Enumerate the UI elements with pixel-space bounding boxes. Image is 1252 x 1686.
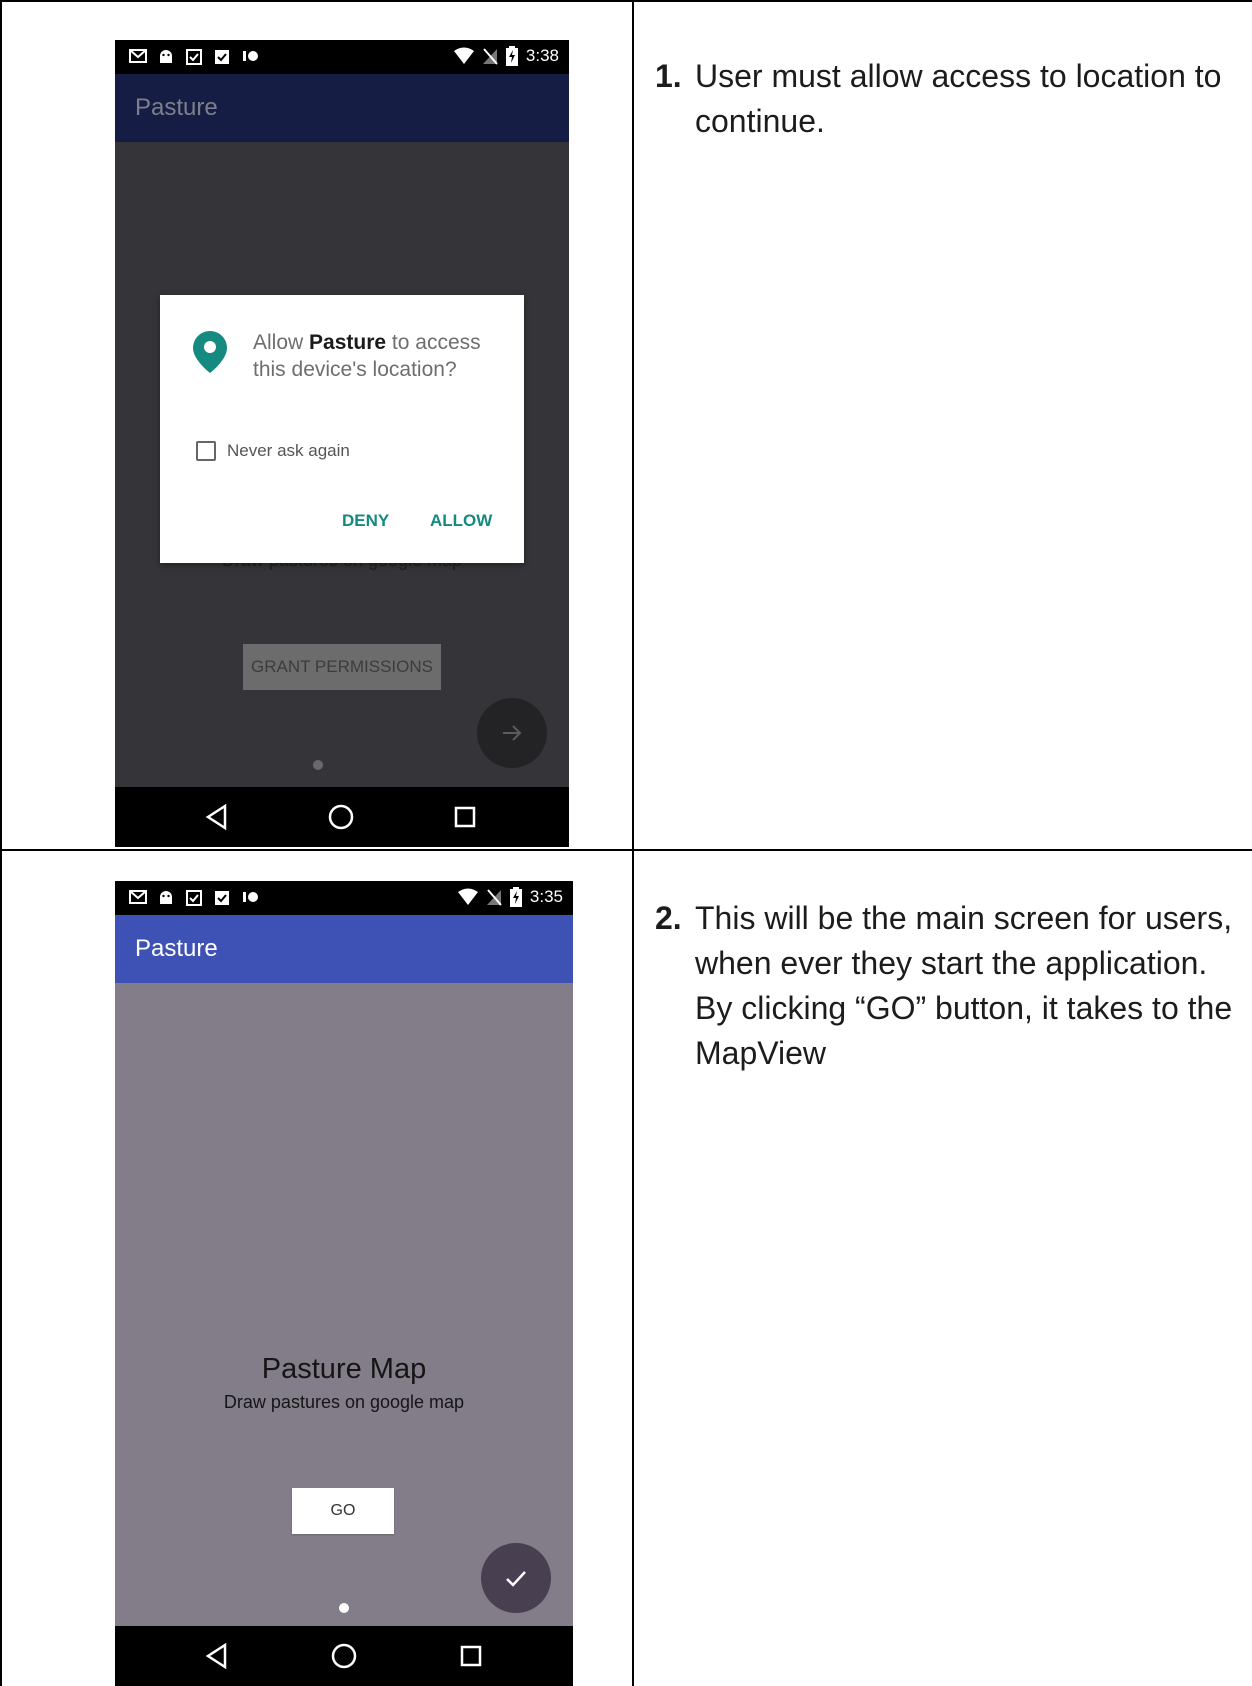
- status-bar: 3:38: [115, 40, 569, 74]
- step-number: 1.: [655, 58, 682, 94]
- go-button[interactable]: GO: [292, 1488, 394, 1534]
- page-indicator-dot: [339, 1603, 349, 1613]
- clipboard-check-icon: [215, 50, 229, 64]
- page-indicator-dot: [313, 760, 323, 770]
- android-icon: [160, 891, 172, 904]
- android-icon: [160, 50, 172, 63]
- battery-charging-icon: [509, 887, 522, 907]
- main-subtitle: Draw pastures on google map: [223, 1392, 465, 1412]
- wifi-icon: [457, 888, 478, 905]
- app-bar: Pasture: [115, 915, 573, 983]
- clipboard-check-icon: [186, 49, 202, 65]
- step-text: User must allow access to location to co…: [695, 58, 1222, 139]
- step-1: 1. User must allow access to location to…: [655, 54, 1235, 144]
- next-fab[interactable]: [477, 698, 547, 768]
- allow-button[interactable]: ALLOW: [430, 511, 492, 531]
- no-signal-icon: [486, 889, 502, 906]
- screenshot-permission-dialog: 3:38 Pasture Draw pastures on google map…: [115, 40, 569, 847]
- arrow-right-icon: [503, 725, 522, 741]
- app-title: Pasture: [135, 935, 218, 962]
- dialog-message: Allow Pasture to access this device's lo…: [253, 329, 503, 383]
- permission-dialog: Allow Pasture to access this device's lo…: [160, 295, 524, 563]
- clipboard-check-icon: [215, 891, 229, 905]
- never-ask-checkbox[interactable]: [196, 441, 216, 461]
- dialog-app-name: Pasture: [309, 331, 387, 354]
- wifi-icon: [453, 47, 474, 64]
- done-fab[interactable]: [481, 1543, 551, 1613]
- deny-button[interactable]: DENY: [342, 511, 389, 531]
- table-border-left: [0, 0, 2, 1686]
- back-icon[interactable]: [201, 1640, 233, 1672]
- navigation-bar: [115, 1626, 573, 1686]
- location-pin-icon: [193, 331, 227, 373]
- grant-permissions-button[interactable]: GRANT PERMISSIONS: [243, 644, 441, 690]
- main-title: Pasture Map: [261, 1353, 427, 1385]
- recents-icon[interactable]: [449, 801, 481, 833]
- recents-icon[interactable]: [455, 1640, 487, 1672]
- app-title: Pasture: [135, 94, 218, 121]
- dialog-message-prefix: Allow: [253, 331, 310, 354]
- gmail-icon: [129, 890, 147, 904]
- step-text: This will be the main screen for users, …: [695, 900, 1233, 1071]
- table-column-divider: [632, 0, 634, 1686]
- no-signal-icon: [482, 48, 498, 65]
- step-2: 2. This will be the main screen for user…: [655, 896, 1235, 1076]
- home-icon[interactable]: [325, 801, 357, 833]
- io-icon: [243, 51, 258, 61]
- gmail-icon: [129, 49, 147, 63]
- checkmark-icon: [506, 1571, 526, 1587]
- io-icon: [243, 892, 258, 902]
- back-icon[interactable]: [201, 801, 233, 833]
- step-number: 2.: [655, 900, 682, 936]
- app-bar: Pasture: [115, 74, 569, 142]
- navigation-bar: [115, 787, 569, 847]
- table-row-divider: [0, 849, 1252, 851]
- status-time: 3:35: [529, 887, 563, 906]
- clipboard-check-icon: [186, 890, 202, 906]
- status-bar: 3:35: [115, 881, 573, 915]
- status-time: 3:38: [525, 46, 559, 65]
- home-icon[interactable]: [328, 1640, 360, 1672]
- never-ask-label: Never ask again: [227, 441, 350, 460]
- screenshot-main-screen: 3:35 Pasture Pasture Map Draw pastures o…: [115, 881, 573, 1686]
- battery-charging-icon: [505, 46, 518, 66]
- table-border-top: [0, 0, 1252, 2]
